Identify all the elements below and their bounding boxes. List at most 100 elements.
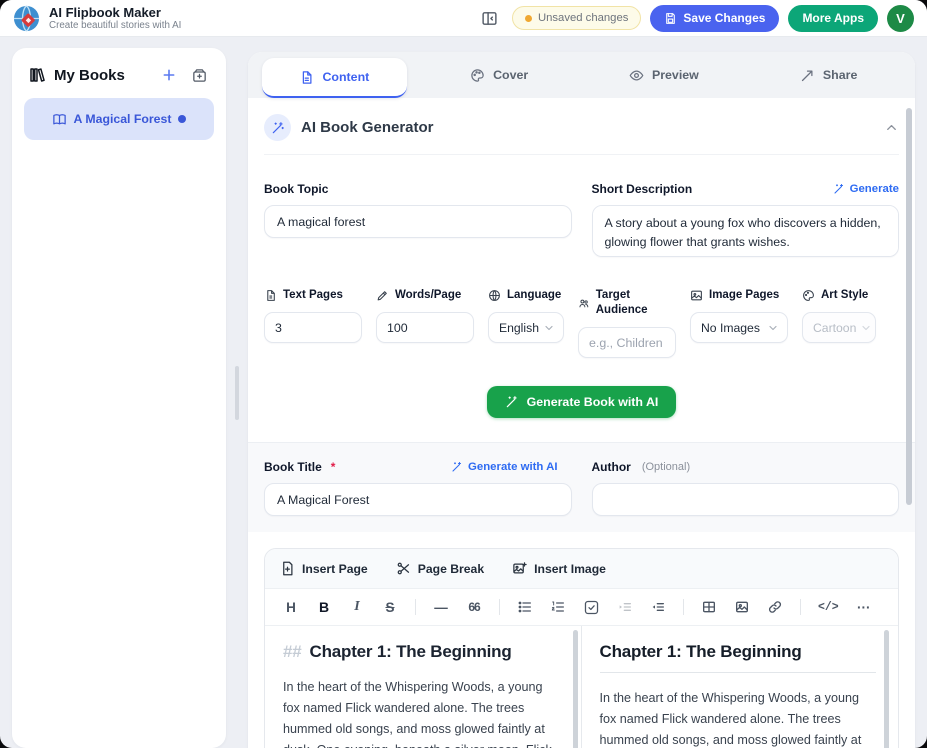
sidebar-title: My Books — [54, 67, 125, 84]
chevron-down-icon — [860, 322, 872, 334]
table-button[interactable] — [701, 597, 717, 617]
language-select[interactable]: English — [488, 312, 564, 343]
image-button[interactable] — [734, 597, 750, 617]
strikethrough-button[interactable]: S — [382, 597, 398, 617]
globe-icon — [488, 289, 501, 302]
magic-wand-icon — [833, 183, 845, 195]
page-break-button[interactable]: Page Break — [396, 561, 484, 576]
horizontal-rule-button[interactable]: — — [433, 597, 449, 617]
save-changes-button[interactable]: Save Changes — [650, 5, 779, 32]
preview-heading: Chapter 1: The Beginning — [600, 642, 877, 673]
unsaved-changes-badge: Unsaved changes — [512, 6, 641, 30]
tab-preview[interactable]: Preview — [629, 68, 699, 83]
author-field-group: Author(Optional) — [592, 459, 900, 516]
target-audience-input[interactable] — [578, 327, 676, 358]
text-pages-field: Text Pages — [264, 288, 362, 358]
sidebar-scrollbar[interactable] — [235, 366, 239, 420]
tab-bar: Content Cover Preview Share — [248, 52, 915, 98]
section-title: AI Book Generator — [301, 119, 874, 136]
target-audience-field: Target Audience — [578, 288, 676, 358]
indent-button[interactable] — [617, 597, 633, 617]
heading-button[interactable]: H — [283, 597, 299, 617]
generate-description-button[interactable]: Generate — [833, 183, 899, 195]
insert-page-button[interactable]: Insert Page — [280, 561, 368, 576]
book-topic-field-group: Book Topic — [264, 181, 572, 262]
library-icon — [28, 66, 46, 84]
art-style-field: Art Style Cartoon — [802, 288, 876, 358]
more-apps-button[interactable]: More Apps — [788, 5, 878, 32]
app-title: AI Flipbook Maker — [49, 5, 181, 20]
insert-image-icon — [512, 561, 527, 576]
unsaved-changes-label: Unsaved changes — [538, 12, 628, 24]
unsaved-book-dot-icon — [178, 115, 186, 123]
short-description-textarea[interactable]: A story about a young fox who discovers … — [592, 205, 900, 257]
chevron-up-icon[interactable] — [884, 120, 899, 135]
users-icon — [578, 297, 590, 310]
ordered-list-button[interactable] — [550, 597, 566, 617]
link-button[interactable] — [767, 597, 783, 617]
author-input[interactable] — [592, 483, 900, 516]
book-topic-label: Book Topic — [264, 182, 328, 196]
palette-icon — [470, 68, 485, 83]
image-icon — [690, 289, 703, 302]
page-break-icon — [396, 561, 411, 576]
text-pages-input[interactable] — [264, 312, 362, 343]
share-icon — [800, 68, 815, 83]
author-optional-hint: (Optional) — [642, 461, 690, 473]
editor-actions-bar: Insert Page Page Break Insert Image — [265, 549, 898, 589]
code-button[interactable]: </> — [818, 597, 839, 617]
magic-wand-icon — [451, 461, 463, 473]
book-title-input[interactable] — [264, 483, 572, 516]
book-topic-input[interactable] — [264, 205, 572, 238]
toolbar-divider — [800, 599, 801, 615]
bold-button[interactable]: B — [316, 597, 332, 617]
magic-wand-badge-icon — [264, 114, 291, 141]
tab-content[interactable]: Content — [262, 58, 407, 98]
import-book-icon[interactable] — [188, 64, 210, 86]
pencil-icon — [376, 289, 389, 302]
document-icon — [299, 70, 314, 85]
insert-image-button[interactable]: Insert Image — [512, 561, 606, 576]
markdown-editor-pane[interactable]: ##Chapter 1: The Beginning In the heart … — [265, 626, 582, 748]
editor: Insert Page Page Break Insert Image H B … — [264, 548, 899, 748]
language-field: Language English — [488, 288, 564, 358]
panel-toggle-icon[interactable] — [477, 5, 503, 31]
art-style-select: Cartoon — [802, 312, 876, 343]
preview-pane-scrollbar[interactable] — [884, 630, 889, 748]
task-list-button[interactable] — [583, 597, 600, 617]
generate-book-button[interactable]: Generate Book with AI — [487, 386, 677, 418]
toolbar-divider — [415, 599, 416, 615]
outdent-button[interactable] — [650, 597, 666, 617]
bullet-list-button[interactable] — [517, 597, 533, 617]
chevron-down-icon — [543, 322, 555, 334]
generate-title-button[interactable]: Generate with AI — [451, 461, 557, 473]
italic-button[interactable]: I — [349, 597, 365, 617]
markdown-heading: ##Chapter 1: The Beginning — [283, 642, 559, 662]
sidebar: My Books A Magical Forest — [12, 48, 226, 748]
markdown-paragraph: In the heart of the Whispering Woods, a … — [283, 677, 559, 748]
main-scrollbar[interactable] — [906, 108, 912, 505]
editor-split-view: ##Chapter 1: The Beginning In the heart … — [265, 626, 898, 748]
insert-page-icon — [280, 561, 295, 576]
unsaved-dot-icon — [525, 15, 532, 22]
user-avatar[interactable]: V — [887, 5, 914, 32]
eye-icon — [629, 68, 644, 83]
app-subtitle: Create beautiful stories with AI — [49, 20, 181, 32]
document-icon — [264, 289, 277, 302]
markdown-pane-scrollbar[interactable] — [573, 630, 578, 748]
preview-paragraph: In the heart of the Whispering Woods, a … — [600, 688, 877, 748]
ai-book-generator-section: AI Book Generator Book Topic Short Descr… — [248, 98, 915, 418]
more-button[interactable]: ··· — [856, 597, 872, 617]
blockquote-button[interactable]: 66 — [466, 597, 482, 617]
words-per-page-input[interactable] — [376, 312, 474, 343]
tab-share[interactable]: Share — [800, 68, 857, 83]
app-logo-icon — [13, 5, 40, 32]
image-pages-field: Image Pages No Images — [690, 288, 788, 358]
tab-cover[interactable]: Cover — [470, 68, 528, 83]
book-title-label: A Magical Forest — [74, 112, 172, 126]
app-header: AI Flipbook Maker Create beautiful stori… — [0, 0, 927, 37]
image-pages-select[interactable]: No Images — [690, 312, 788, 343]
add-book-icon[interactable] — [158, 64, 180, 86]
sidebar-item-book[interactable]: A Magical Forest — [24, 98, 214, 140]
chevron-down-icon — [767, 322, 779, 334]
